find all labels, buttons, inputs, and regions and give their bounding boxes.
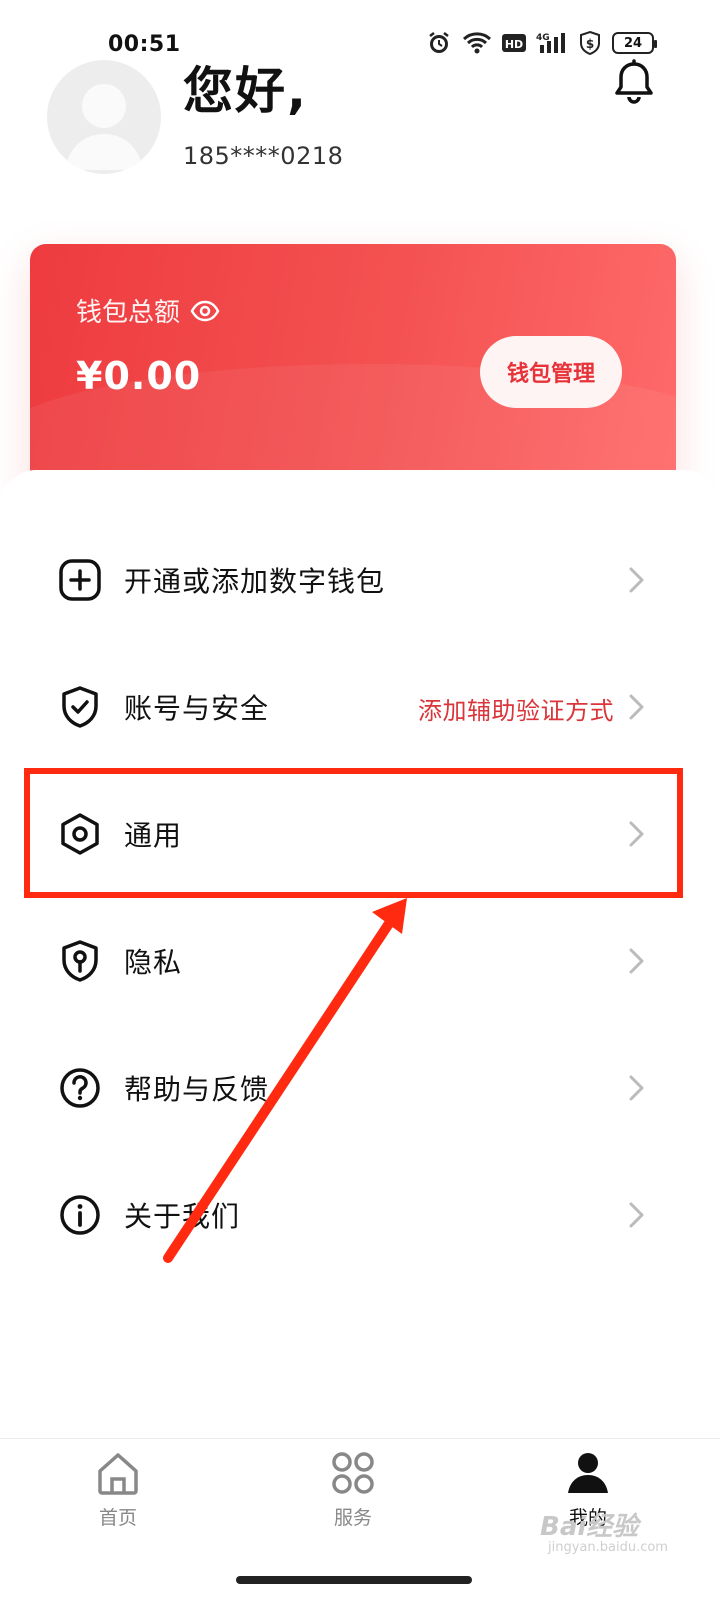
avatar[interactable] <box>47 60 161 174</box>
chevron-right-icon <box>629 694 644 720</box>
menu-item-account-security[interactable]: 账号与安全 添加辅助验证方式 <box>0 643 720 770</box>
watermark-logo: Bai经验 <box>540 1512 639 1542</box>
menu-label: 帮助与反馈 <box>124 1073 270 1106</box>
svg-text:$: $ <box>586 37 594 51</box>
status-time: 00:51 <box>108 32 181 57</box>
question-icon <box>60 1068 100 1108</box>
shield-dollar-icon: $ <box>580 30 600 56</box>
chevron-right-icon <box>629 1202 644 1228</box>
nav-label: 服务 <box>333 1507 372 1529</box>
highlight-box <box>24 768 683 898</box>
eye-icon[interactable] <box>190 300 220 322</box>
info-icon <box>60 1195 100 1235</box>
alarm-icon <box>429 32 449 53</box>
wallet-manage-button[interactable]: 钱包管理 <box>480 336 622 408</box>
wallet-label-row: 钱包总额 <box>76 292 220 329</box>
menu-label: 账号与安全 <box>124 692 270 725</box>
wallet-card: 钱包总额 ¥0.00 钱包管理 <box>30 244 676 504</box>
add-verification-hint[interactable]: 添加辅助验证方式 <box>418 691 614 726</box>
menu-item-help-feedback[interactable]: 帮助与反馈 <box>0 1024 720 1151</box>
greeting-title: 您好, <box>183 62 308 120</box>
menu-item-about-us[interactable]: 关于我们 <box>0 1151 720 1278</box>
settings-sheet: 开通或添加数字钱包 账号与安全 添加辅助验证方式 通用 隐私 帮助与反馈 关于我… <box>0 470 720 1438</box>
chevron-right-icon <box>629 567 644 593</box>
grid-icon <box>332 1452 374 1494</box>
menu-item-privacy[interactable]: 隐私 <box>0 897 720 1024</box>
home-icon <box>98 1453 138 1495</box>
plus-square-icon <box>59 559 101 601</box>
wallet-amount: ¥0.00 <box>76 354 202 398</box>
menu-label: 隐私 <box>124 946 183 979</box>
user-icon <box>568 1453 608 1493</box>
svg-text:HD: HD <box>505 38 523 51</box>
status-icons: HD 4G $ 24 <box>426 30 657 56</box>
nav-item-services[interactable]: 服务 <box>293 1449 413 1545</box>
chevron-right-icon <box>629 948 644 974</box>
menu-item-add-wallet[interactable]: 开通或添加数字钱包 <box>0 516 720 643</box>
signal-4g-icon: 4G <box>536 33 565 53</box>
bell-icon[interactable] <box>610 58 658 106</box>
battery-indicator: 24 <box>612 32 657 54</box>
phone-number: 185****0218 <box>183 142 344 170</box>
wallet-total-label: 钱包总额 <box>76 298 181 328</box>
chevron-right-icon <box>629 1075 644 1101</box>
privacy-icon <box>62 940 98 982</box>
nav-item-home[interactable]: 首页 <box>58 1449 178 1545</box>
menu-label: 开通或添加数字钱包 <box>124 565 386 598</box>
hd-icon: HD <box>502 34 526 52</box>
home-indicator[interactable] <box>236 1576 472 1584</box>
wifi-icon <box>462 32 492 54</box>
nav-label: 首页 <box>98 1507 137 1529</box>
watermark-url: jingyan.baidu.com <box>548 1540 668 1555</box>
shield-check-icon <box>62 686 98 728</box>
menu-label: 关于我们 <box>124 1200 241 1233</box>
avatar-placeholder-icon <box>65 84 143 170</box>
